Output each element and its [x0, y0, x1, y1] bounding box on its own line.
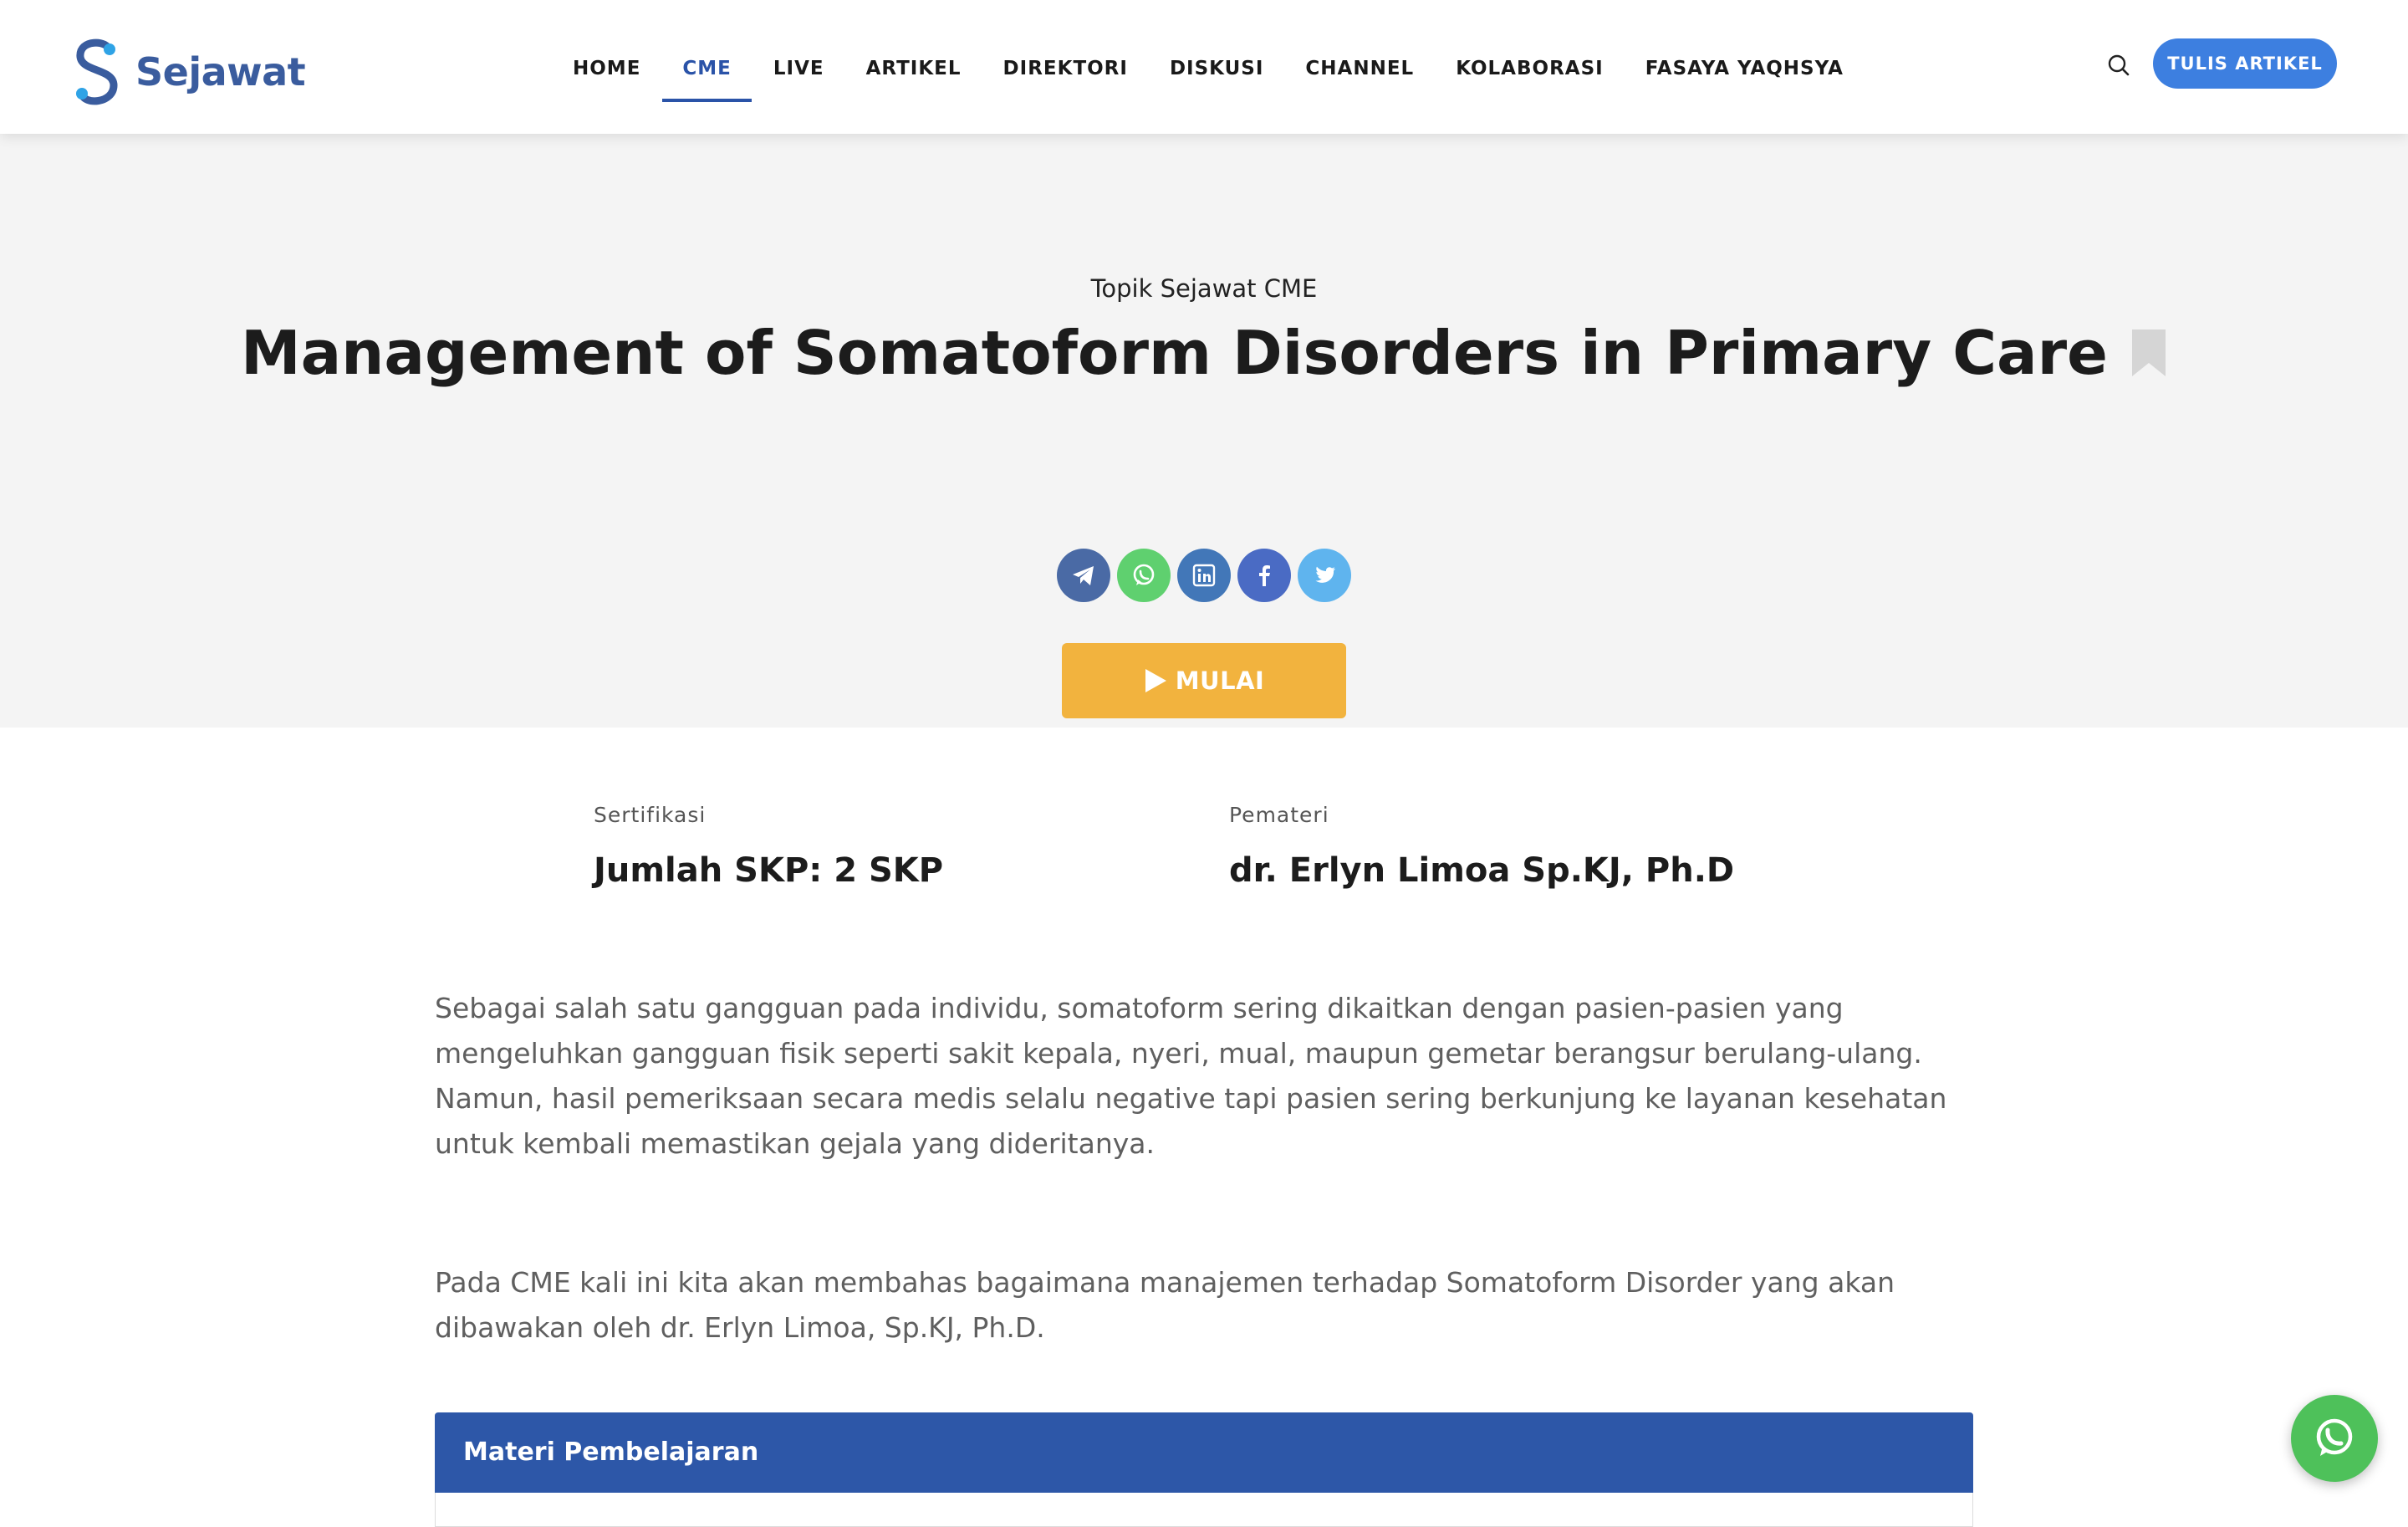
telegram-icon	[1073, 566, 1094, 585]
logo-text: Sejawat	[135, 49, 306, 94]
share-whatsapp-button[interactable]	[1117, 549, 1171, 602]
facebook-icon	[1259, 565, 1270, 586]
twitter-icon	[1315, 566, 1335, 583]
certification-value: Jumlah SKP: 2 SKP	[594, 851, 944, 890]
logo-mark-icon	[76, 38, 118, 105]
share-twitter-button[interactable]	[1298, 549, 1351, 602]
share-facebook-button[interactable]	[1237, 549, 1291, 602]
nav-direktori[interactable]: DIREKTORI	[1003, 0, 1128, 134]
play-icon	[1145, 669, 1166, 692]
main-nav: HOME CME LIVE ARTIKEL DIREKTORI DISKUSI …	[552, 0, 1865, 134]
speaker-label: Pemateri	[1229, 803, 1329, 827]
start-button-label: MULAI	[1175, 666, 1265, 695]
site-header: Sejawat HOME CME LIVE ARTIKEL DIREKTORI …	[0, 0, 2408, 134]
nav-kolaborasi[interactable]: KOLABORASI	[1456, 0, 1604, 134]
nav-home[interactable]: HOME	[573, 0, 640, 134]
learning-materials-body	[435, 1493, 1973, 1527]
nav-cme[interactable]: CME	[662, 0, 752, 134]
learning-materials-header[interactable]: Materi Pembelajaran	[435, 1412, 1973, 1493]
share-telegram-button[interactable]	[1057, 549, 1110, 602]
whatsapp-icon	[1133, 564, 1155, 585]
nav-live[interactable]: LIVE	[773, 0, 824, 134]
description-paragraph-2: Pada CME kali ini kita akan membahas bag…	[435, 1266, 1895, 1344]
nav-artikel[interactable]: ARTIKEL	[866, 0, 962, 134]
nav-channel[interactable]: CHANNEL	[1305, 0, 1414, 134]
learning-materials-title: Materi Pembelajaran	[463, 1438, 759, 1467]
start-button[interactable]: MULAI	[1062, 643, 1346, 718]
bookmark-icon[interactable]	[2130, 328, 2167, 378]
share-buttons	[0, 549, 2408, 602]
topic-label: Topik Sejawat CME	[1090, 274, 1318, 303]
whatsapp-icon	[2316, 1418, 2353, 1456]
linkedin-icon	[1192, 564, 1216, 587]
hero-section: Topik Sejawat CME Management of Somatofo…	[0, 134, 2408, 728]
search-icon[interactable]	[2105, 52, 2132, 79]
share-linkedin-button[interactable]	[1177, 549, 1231, 602]
nav-user-profile[interactable]: FASAYA YAQHSYA	[1645, 0, 1844, 134]
speaker-value: dr. Erlyn Limoa Sp.KJ, Ph.D	[1229, 851, 1735, 890]
whatsapp-chat-button[interactable]	[2291, 1395, 2378, 1482]
description-paragraph-1: Sebagai salah satu gangguan pada individ…	[435, 992, 1947, 1160]
write-article-button[interactable]: TULIS ARTIKEL	[2153, 38, 2337, 89]
nav-diskusi[interactable]: DISKUSI	[1170, 0, 1263, 134]
certification-label: Sertifikasi	[594, 803, 707, 827]
logo[interactable]: Sejawat	[70, 32, 306, 112]
title-row: Management of Somatoform Disorders in Pr…	[0, 318, 2408, 388]
page-title: Management of Somatoform Disorders in Pr…	[240, 318, 2108, 388]
